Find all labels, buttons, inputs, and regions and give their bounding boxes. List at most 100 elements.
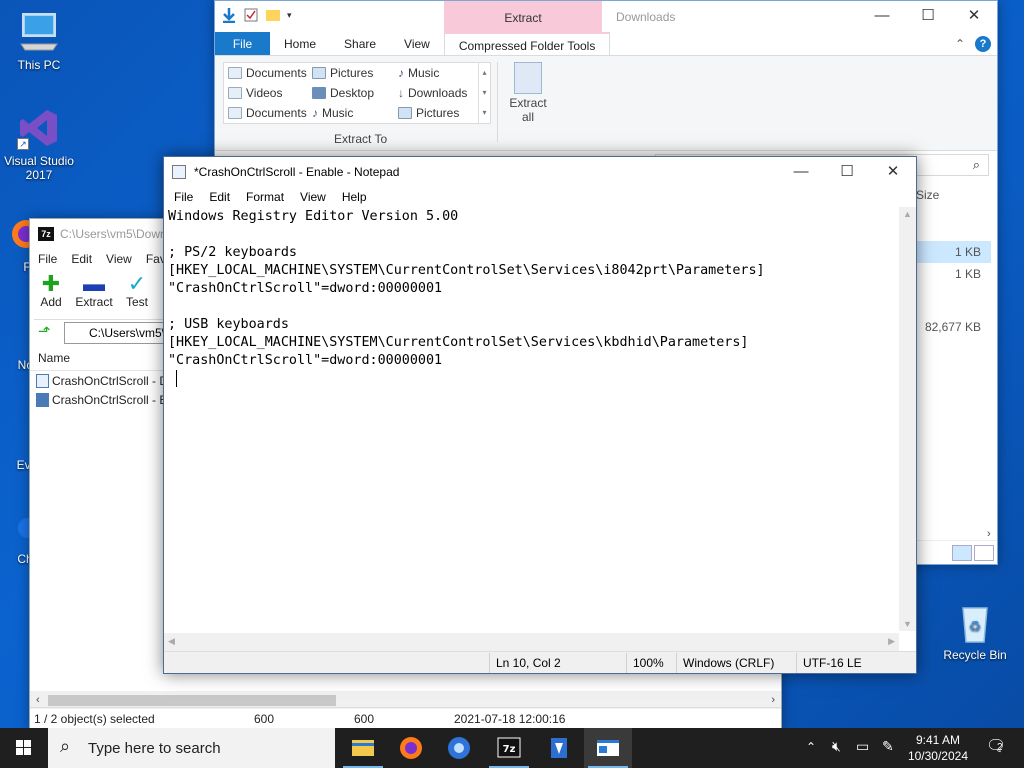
list-item[interactable]: CrashOnCtrlScroll - Disable.reg xyxy=(36,372,166,390)
extract-to-music-2[interactable]: ♪ Music xyxy=(398,66,439,80)
notepad-window[interactable]: *CrashOnCtrlScroll - Enable - Notepad — … xyxy=(163,156,917,674)
desktop-icon-recycle-bin[interactable]: ♻ Recycle Bin xyxy=(937,600,1013,662)
item-label: Music xyxy=(322,106,354,120)
scroll-down-icon[interactable]: ▼ xyxy=(903,619,912,629)
large-icons-view-icon[interactable] xyxy=(974,545,994,561)
extract-to-videos[interactable]: Videos xyxy=(228,86,282,100)
extract-to-desktop[interactable]: Desktop xyxy=(312,86,374,100)
list-item[interactable]: CrashOnCtrlScroll - Enable.reg xyxy=(36,391,166,409)
menu-view[interactable]: View xyxy=(292,187,334,207)
menu-edit[interactable]: Edit xyxy=(71,249,92,269)
item-label: Desktop xyxy=(330,86,375,100)
tab-share[interactable]: Share xyxy=(330,32,390,55)
scroll-up-icon[interactable]: ▲ xyxy=(903,209,912,219)
tab-compressed-folder-tools[interactable]: Compressed Folder Tools xyxy=(443,32,611,55)
encoding: UTF-16 LE xyxy=(803,656,862,670)
test-button[interactable]: ✓ Test xyxy=(122,273,152,310)
item-label: Documents xyxy=(246,66,307,80)
taskbar-search[interactable]: ⌕ Type here to search xyxy=(48,728,335,768)
status-divider xyxy=(676,653,677,673)
maximize-button[interactable]: ☐ xyxy=(824,157,870,187)
gallery-scroll[interactable]: ▴ ▾ ▾ xyxy=(478,63,490,123)
close-button[interactable]: ✕ xyxy=(951,1,997,31)
menu-help[interactable]: Help xyxy=(334,187,375,207)
notepad-titlebar[interactable]: *CrashOnCtrlScroll - Enable - Notepad — … xyxy=(164,157,916,187)
computer-icon xyxy=(17,10,61,54)
search-placeholder: Type here to search xyxy=(88,740,221,757)
add-button[interactable]: ✚ Add xyxy=(36,271,66,310)
horizontal-scrollbar[interactable]: ◀ ▶ xyxy=(164,633,899,651)
chevron-up-icon[interactable]: ⌃ xyxy=(955,32,975,55)
file-name: CrashOnCtrlScroll - Disable.reg xyxy=(52,374,166,388)
start-button[interactable] xyxy=(0,728,48,768)
scroll-right-icon[interactable]: ▶ xyxy=(888,636,895,647)
download-arrow-icon[interactable] xyxy=(221,7,237,23)
chevron-down-icon[interactable]: ▾ xyxy=(287,10,292,21)
file-size: 1 KB xyxy=(954,267,981,281)
extract-to-pictures[interactable]: Pictures xyxy=(312,66,373,80)
scroll-left-icon[interactable]: ‹ xyxy=(36,694,40,706)
tab-view[interactable]: View xyxy=(390,32,444,55)
extract-all-button[interactable]: Extract all xyxy=(509,62,547,124)
desktop-icon-this-pc[interactable]: This PC xyxy=(1,10,77,72)
text-line: [HKEY_LOCAL_MACHINE\SYSTEM\CurrentContro… xyxy=(168,335,749,350)
extract-to-documents[interactable]: Documents xyxy=(228,66,307,80)
button-label: Test xyxy=(125,295,148,309)
chevron-up-icon[interactable]: ⌃ xyxy=(806,740,816,754)
menu-format[interactable]: Format xyxy=(238,187,292,207)
scroll-left-icon[interactable]: ◀ xyxy=(168,636,175,647)
desktop-icon-visual-studio[interactable]: ↗ Visual Studio 2017 xyxy=(1,106,77,182)
text-line: ; PS/2 keyboards xyxy=(168,245,297,260)
file-size: 1 KB xyxy=(954,245,981,259)
scrollbar-thumb[interactable] xyxy=(48,695,336,706)
taskbar-app-firefox[interactable] xyxy=(387,728,435,768)
column-header-size[interactable]: Size xyxy=(916,188,939,202)
text-editor[interactable]: Windows Registry Editor Version 5.00 ; P… xyxy=(164,207,899,633)
details-view-icon[interactable] xyxy=(952,545,972,561)
properties-icon[interactable] xyxy=(243,7,259,23)
explorer-titlebar[interactable]: ▾ Extract Downloads — ☐ ✕ xyxy=(215,1,997,32)
extract-to-music[interactable]: ♪ Music xyxy=(312,106,353,120)
notification-center-button[interactable]: 🗨︎ 2 xyxy=(986,736,1012,760)
recycle-bin-icon: ♻ xyxy=(953,600,997,644)
extract-to-pictures-2[interactable]: Pictures xyxy=(398,106,459,120)
vertical-scrollbar[interactable]: ▲ ▼ xyxy=(899,207,916,631)
column-header-name[interactable]: Name xyxy=(30,345,170,371)
network-icon[interactable]: ▭ xyxy=(856,738,869,755)
maximize-button[interactable]: ☐ xyxy=(905,1,951,31)
extract-button[interactable]: ▬ Extract xyxy=(74,273,114,310)
taskbar-app-file-explorer[interactable] xyxy=(339,728,387,768)
close-button[interactable]: ✕ xyxy=(870,157,916,187)
search-icon: ⌕ xyxy=(972,157,980,172)
scroll-right-icon[interactable]: › xyxy=(987,528,991,540)
taskbar-app-chrome[interactable] xyxy=(435,728,483,768)
taskbar-clock[interactable]: 9:41 AM 10/30/2024 xyxy=(908,732,968,764)
extract-to-documents-2[interactable]: Documents xyxy=(228,106,307,120)
volume-muted-icon[interactable]: 🔇︎ xyxy=(832,738,841,755)
tab-file[interactable]: File xyxy=(215,32,270,55)
new-folder-icon[interactable] xyxy=(265,7,281,23)
documents-icon xyxy=(228,107,242,119)
menu-file[interactable]: File xyxy=(38,249,57,269)
plus-icon: ✚ xyxy=(41,271,61,296)
pen-icon[interactable]: ✎ xyxy=(882,738,894,755)
tab-home[interactable]: Home xyxy=(270,32,330,55)
folder-up-icon[interactable]: ⬏ xyxy=(38,323,56,341)
menu-file[interactable]: File xyxy=(166,187,201,207)
notepad-icon xyxy=(172,165,186,179)
extract-to-downloads[interactable]: ↓ Downloads xyxy=(398,86,467,100)
minimize-button[interactable]: — xyxy=(859,1,905,31)
taskbar-app-notepad[interactable] xyxy=(584,728,632,768)
scroll-right-icon[interactable]: › xyxy=(771,694,775,706)
quick-access-toolbar: ▾ xyxy=(221,7,292,23)
text-line xyxy=(168,298,895,316)
taskbar-app-7zip[interactable]: 7z xyxy=(485,728,533,768)
menu-edit[interactable]: Edit xyxy=(201,187,238,207)
minimize-button[interactable]: — xyxy=(778,157,824,187)
desktop-icon-label: This PC xyxy=(17,58,61,72)
pictures-icon xyxy=(398,107,412,119)
help-icon[interactable]: ? xyxy=(975,36,991,52)
menu-view[interactable]: View xyxy=(106,249,132,269)
desktop-icon-label: Recycle Bin xyxy=(943,648,1007,662)
taskbar-app-visual-studio[interactable] xyxy=(535,728,583,768)
